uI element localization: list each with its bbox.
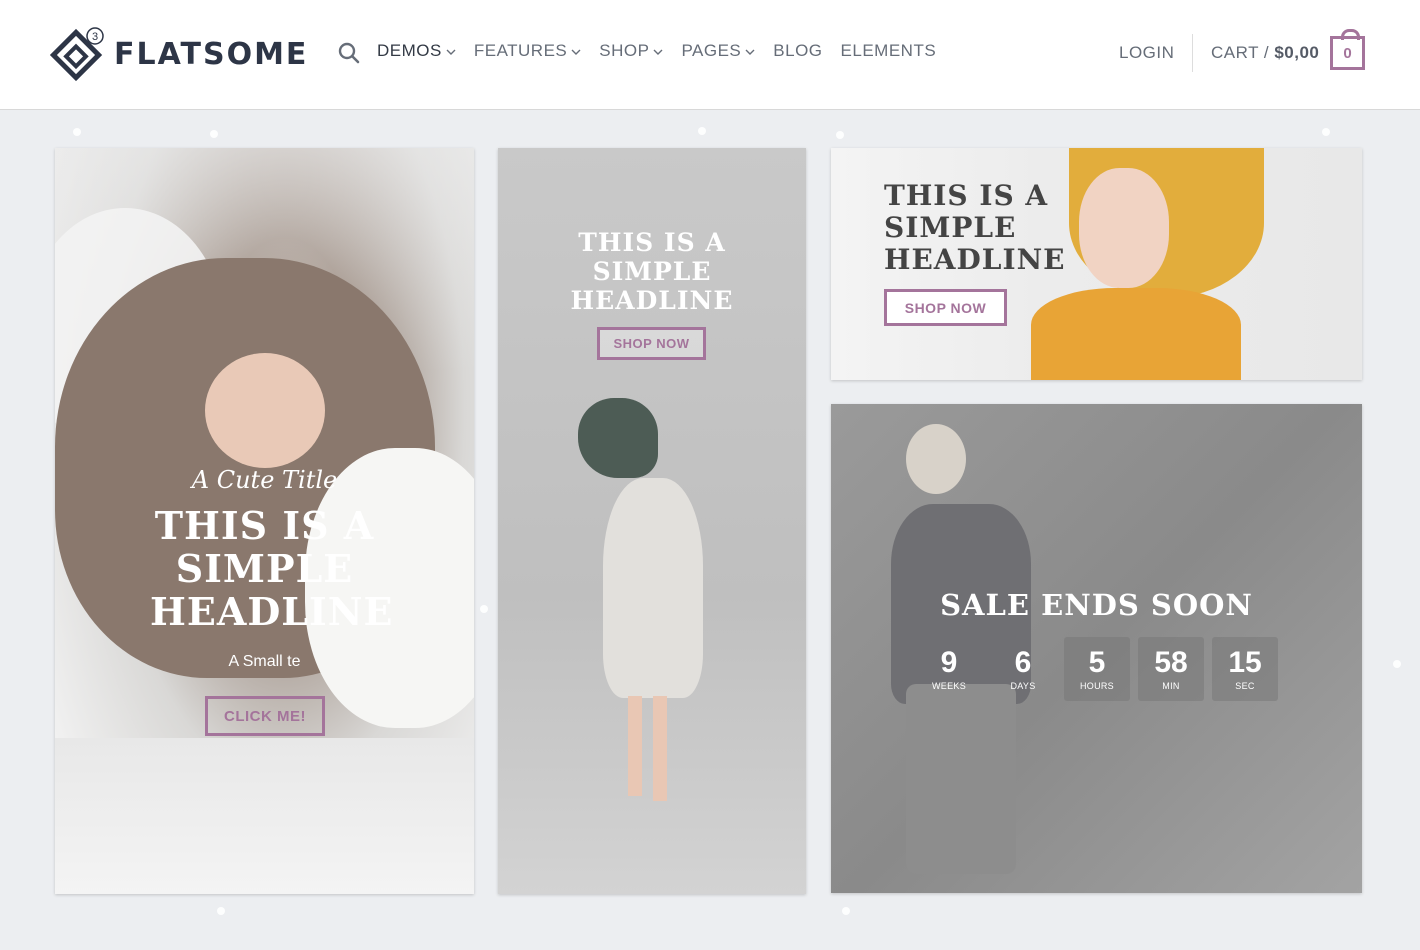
snow-dot <box>1322 128 1330 136</box>
nav-item-features[interactable]: FEATURES <box>474 41 581 61</box>
snow-dot <box>1393 660 1401 668</box>
nav-label: ELEMENTS <box>840 41 937 60</box>
countdown-weeks: 9 WEEKS <box>916 637 982 701</box>
countdown-value: 15 <box>1228 646 1262 679</box>
snow-dot <box>698 127 706 135</box>
nav-label: SHOP <box>599 41 650 60</box>
login-link[interactable]: LOGIN <box>1119 43 1174 63</box>
click-me-button[interactable]: CLICK ME! <box>205 696 325 736</box>
cart-amount: $0,00 <box>1274 43 1320 62</box>
countdown-label: HOURS <box>1079 681 1114 691</box>
logo-text: FLATSOME <box>114 36 309 72</box>
countdown-label: MIN <box>1162 681 1180 691</box>
nav-label: FEATURES <box>473 41 568 60</box>
chevron-down-icon <box>745 49 755 55</box>
countdown-days: 6 DAYS <box>990 637 1056 701</box>
blanket-shape <box>55 738 474 894</box>
banner-tall-middle[interactable]: THIS IS A SIMPLE HEADLINE SHOP NOW <box>498 148 806 894</box>
dress-shape <box>603 478 703 698</box>
banner-small-text: A Small te <box>228 653 301 670</box>
leg-shape <box>653 696 667 801</box>
banner-tall-left[interactable]: A Cute Title THIS IS A SIMPLE HEADLINE A… <box>55 148 474 894</box>
countdown-value: 9 <box>940 646 958 679</box>
search-icon[interactable] <box>338 42 360 64</box>
nav-label: PAGES <box>681 41 742 60</box>
banner-headline: THIS IS A SIMPLE HEADLINE <box>884 179 1066 276</box>
snow-dot <box>836 131 844 139</box>
snow-dot <box>73 128 81 136</box>
site-header: 3 FLATSOME DEMOS FEATURES SHOP PAGES BLO… <box>0 0 1420 110</box>
nav-item-elements[interactable]: ELEMENTS <box>841 41 937 61</box>
sale-title: SALE ENDS SOON <box>940 588 1253 622</box>
nav-label: BLOG <box>773 41 823 60</box>
sale-countdown: 9 WEEKS 6 DAYS 5 HOURS 58 MIN 15 SEC <box>916 637 1278 701</box>
cart-label: CART / <box>1211 43 1270 62</box>
nav-item-shop[interactable]: SHOP <box>599 41 663 61</box>
main-nav: DEMOS FEATURES SHOP PAGES BLOG ELEMENTS <box>377 41 954 61</box>
header-divider <box>1192 34 1193 72</box>
countdown-value: 6 <box>1014 646 1032 679</box>
snow-dot <box>210 130 218 138</box>
cart-count: 0 <box>1343 44 1352 62</box>
countdown-label: DAYS <box>1010 681 1036 691</box>
banner-headline: THIS IS A SIMPLE HEADLINE <box>150 503 394 634</box>
nav-item-demos[interactable]: DEMOS <box>377 41 456 61</box>
cart-link[interactable]: CART / $0,00 <box>1211 43 1319 63</box>
snow-dot <box>217 907 225 915</box>
shop-now-button[interactable]: SHOP NOW <box>597 327 706 360</box>
countdown-label: SEC <box>1235 681 1255 691</box>
child-head-shape <box>906 424 966 494</box>
banner-cute-title: A Cute Title <box>191 466 338 494</box>
logo-badge: 3 <box>92 31 98 43</box>
countdown-value: 5 <box>1088 646 1106 679</box>
chevron-down-icon <box>446 49 456 55</box>
shop-now-button[interactable]: SHOP NOW <box>884 289 1007 326</box>
banner-top-right[interactable]: THIS IS A SIMPLE HEADLINE SHOP NOW <box>831 148 1362 380</box>
banner-headline: THIS IS A SIMPLE HEADLINE <box>570 228 734 315</box>
snow-dot <box>480 605 488 613</box>
baby-face-shape <box>205 353 325 468</box>
child-pants-shape <box>906 684 1016 874</box>
bonnet-shape <box>578 398 658 478</box>
countdown-label: WEEKS <box>931 681 966 691</box>
countdown-min: 58 MIN <box>1138 637 1204 701</box>
leg-shape <box>628 696 642 796</box>
nav-item-blog[interactable]: BLOG <box>773 41 822 61</box>
countdown-value: 58 <box>1154 646 1188 679</box>
chevron-down-icon <box>653 49 663 55</box>
logo-diamond-icon: 3 <box>50 27 104 82</box>
countdown-hours: 5 HOURS <box>1064 637 1130 701</box>
snow-dot <box>842 907 850 915</box>
chevron-down-icon <box>571 49 581 55</box>
nav-item-pages[interactable]: PAGES <box>681 41 755 61</box>
child-face-shape <box>1079 168 1169 288</box>
site-logo[interactable]: 3 FLATSOME <box>50 26 308 82</box>
nav-label: DEMOS <box>377 41 442 60</box>
banner-sale[interactable]: SALE ENDS SOON 9 WEEKS 6 DAYS 5 HOURS 58… <box>831 404 1362 893</box>
cart-bag-icon[interactable]: 0 <box>1330 29 1365 70</box>
countdown-sec: 15 SEC <box>1212 637 1278 701</box>
yellow-vest-shape <box>1031 288 1241 380</box>
